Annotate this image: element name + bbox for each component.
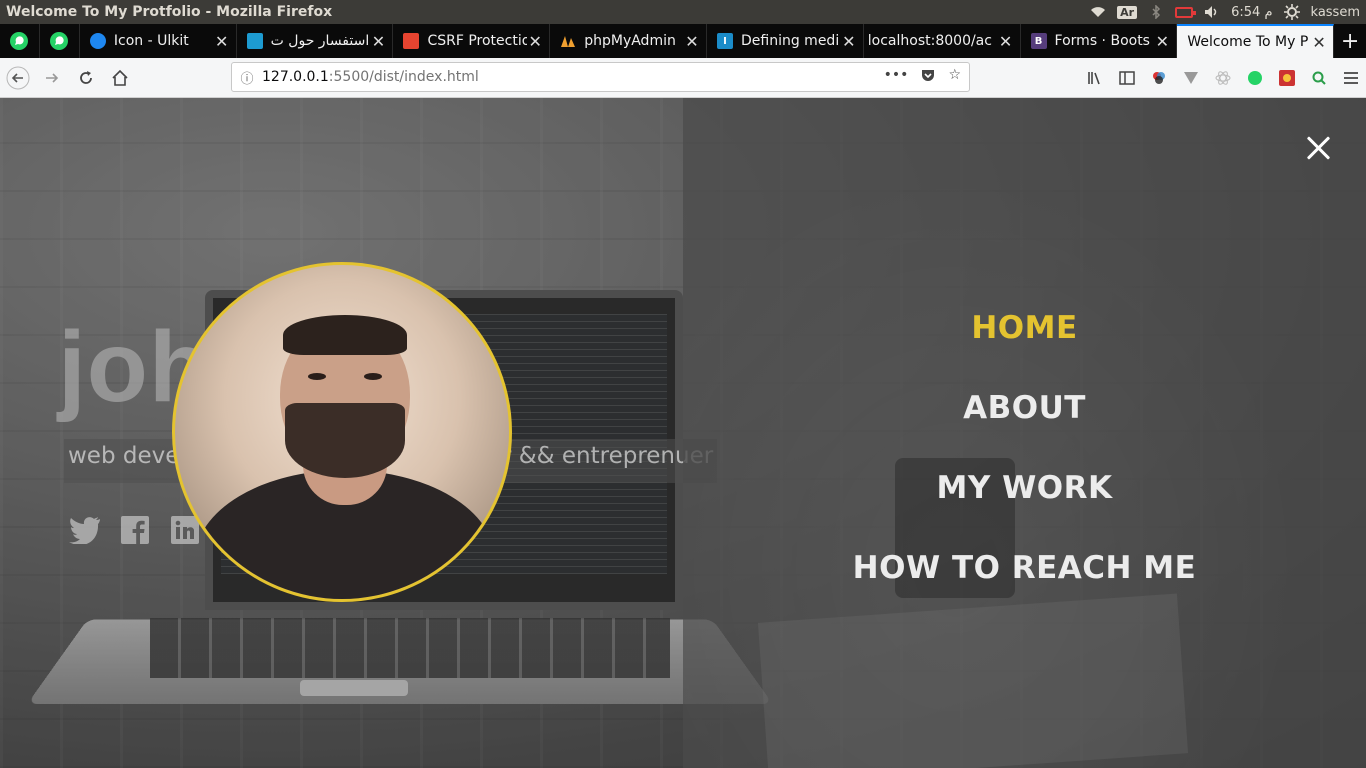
settings-gear-icon[interactable] xyxy=(1283,4,1301,20)
extension-vue-devtools-icon[interactable] xyxy=(1182,69,1200,87)
pinned-tab-whatsapp-1[interactable] xyxy=(0,24,40,58)
tab-uikit-icon[interactable]: Icon - Ulkit ✕ xyxy=(80,24,237,58)
tab-close-icon[interactable]: ✕ xyxy=(527,32,543,51)
tab-label: CSRF Protectio xyxy=(427,33,528,49)
whatsapp-icon xyxy=(50,32,69,50)
menu-item-about[interactable]: ABOUT xyxy=(683,368,1366,448)
profile-avatar xyxy=(172,262,512,602)
url-host: 127.0.0.1 xyxy=(262,69,329,85)
reload-button[interactable] xyxy=(70,62,102,94)
tab-close-icon[interactable]: ✕ xyxy=(684,32,700,51)
tab-close-icon[interactable]: ✕ xyxy=(370,32,386,51)
sidebar-icon[interactable] xyxy=(1118,69,1136,87)
toolbar-right-icons xyxy=(1086,62,1360,94)
tab-close-icon[interactable]: ✕ xyxy=(998,32,1014,51)
bluetooth-icon[interactable] xyxy=(1147,4,1165,20)
battery-icon[interactable] xyxy=(1175,4,1197,20)
tab-label: Defining medi xyxy=(741,33,840,49)
extension-search-icon[interactable] xyxy=(1310,69,1328,87)
home-icon xyxy=(112,69,128,86)
pocket-icon[interactable] xyxy=(920,67,936,87)
uikit-favicon-icon xyxy=(89,33,106,49)
tab-arabic-inquiry[interactable]: استفسار حول ت ✕ xyxy=(237,24,394,58)
clock[interactable]: 6:54 م xyxy=(1231,5,1272,20)
keyboard-layout-indicator[interactable]: Ar xyxy=(1117,5,1138,19)
facebook-icon[interactable] xyxy=(118,513,152,547)
forward-arrow-icon xyxy=(46,72,59,83)
extension-sun-icon[interactable] xyxy=(1278,69,1296,87)
reload-icon xyxy=(80,70,92,84)
browser-tab-strip: Icon - Ulkit ✕ استفسار حول ت ✕ CSRF Prot… xyxy=(0,24,1366,58)
hamburger-menu-icon[interactable] xyxy=(1342,69,1360,87)
page-info-icon[interactable]: ⓘ xyxy=(232,68,262,87)
address-bar[interactable]: ⓘ 127.0.0.1:5500/dist/index.html ••• ☆ xyxy=(231,62,970,92)
tab-phpmyadmin[interactable]: phpMyAdmin ✕ xyxy=(550,24,707,58)
close-menu-button[interactable] xyxy=(1302,132,1334,164)
phpmyadmin-favicon-icon xyxy=(560,33,576,49)
site-favicon-icon: I xyxy=(717,33,733,49)
system-tray: Ar 6:54 م kassem xyxy=(1089,4,1366,20)
back-arrow-icon xyxy=(6,66,30,89)
home-button[interactable] xyxy=(104,62,136,94)
wifi-icon[interactable] xyxy=(1089,4,1107,20)
tab-label: localhost:8000/ac xyxy=(867,33,992,49)
menu-list: HOME ABOUT MY WORK HOW TO REACH ME xyxy=(683,288,1366,608)
tab-defining-media[interactable]: I Defining medi ✕ xyxy=(707,24,864,58)
tab-label: phpMyAdmin xyxy=(584,33,676,49)
bootstrap-favicon-icon: B xyxy=(1030,33,1047,49)
laravel-favicon-icon xyxy=(403,33,420,49)
page-viewport: john doe web developer, programmer, desi… xyxy=(0,98,1366,768)
user-name[interactable]: kassem xyxy=(1311,5,1360,20)
window-title: Welcome To My Protfolio - Mozilla Firefo… xyxy=(6,4,333,20)
tab-label: Icon - Ulkit xyxy=(113,33,189,49)
browser-navigation-bar: ⓘ 127.0.0.1:5500/dist/index.html ••• ☆ xyxy=(0,58,1366,98)
whatsapp-icon xyxy=(10,32,29,50)
pinned-tab-whatsapp-2[interactable] xyxy=(40,24,80,58)
url-path: :5500/dist/index.html xyxy=(328,69,479,85)
bookmark-star-icon[interactable]: ☆ xyxy=(948,67,961,87)
new-tab-button[interactable]: + xyxy=(1334,24,1366,58)
library-icon[interactable] xyxy=(1086,69,1104,87)
twitter-icon[interactable] xyxy=(68,513,102,547)
extension-react-devtools-icon[interactable] xyxy=(1214,69,1232,87)
menu-item-my-work[interactable]: MY WORK xyxy=(683,448,1366,528)
tab-bootstrap-forms[interactable]: B Forms · Boots ✕ xyxy=(1021,24,1178,58)
tab-close-icon[interactable]: ✕ xyxy=(214,32,230,51)
tab-label: Welcome To My P xyxy=(1187,34,1309,50)
tab-close-icon[interactable]: ✕ xyxy=(841,32,857,51)
tab-csrf-protection[interactable]: CSRF Protectio ✕ xyxy=(393,24,551,58)
url-actions: ••• ☆ xyxy=(884,67,969,87)
forward-button[interactable] xyxy=(36,62,68,94)
volume-icon[interactable] xyxy=(1203,4,1221,20)
tab-close-icon[interactable]: ✕ xyxy=(1311,33,1327,52)
menu-item-how-to-reach-me[interactable]: HOW TO REACH ME xyxy=(683,528,1366,608)
back-button[interactable] xyxy=(2,62,34,94)
extension-whatsapp-icon[interactable] xyxy=(1246,69,1264,87)
tab-close-icon[interactable]: ✕ xyxy=(1154,32,1170,51)
background-notebook xyxy=(757,593,1189,768)
tab-portfolio-active[interactable]: Welcome To My P ✕ xyxy=(1177,24,1335,58)
tab-localhost[interactable]: localhost:8000/ac ✕ xyxy=(864,24,1021,58)
site-favicon-icon xyxy=(246,33,263,49)
page-actions-button[interactable]: ••• xyxy=(884,67,909,87)
extension-colorzilla-icon[interactable] xyxy=(1150,69,1168,87)
os-top-panel: Welcome To My Protfolio - Mozilla Firefo… xyxy=(0,0,1366,24)
tab-label: استفسار حول ت xyxy=(270,33,370,49)
tab-label: Forms · Boots xyxy=(1054,33,1150,49)
nav-overlay-menu: HOME ABOUT MY WORK HOW TO REACH ME xyxy=(683,98,1366,768)
menu-item-home[interactable]: HOME xyxy=(683,288,1366,368)
